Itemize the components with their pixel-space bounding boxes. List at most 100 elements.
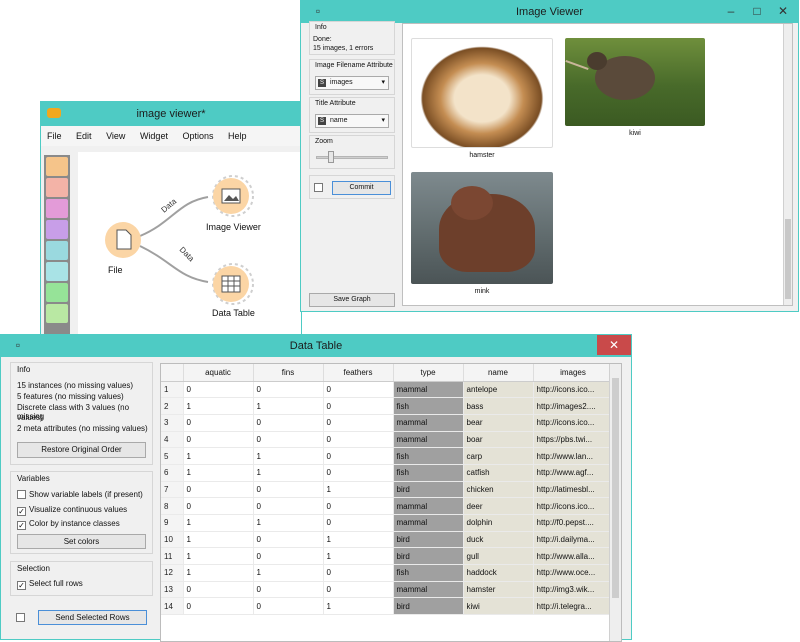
visualize-continuous-checkbox[interactable] xyxy=(17,507,26,516)
column-header[interactable]: images xyxy=(533,364,614,382)
image-tile-mink[interactable]: mink xyxy=(411,172,553,295)
column-header[interactable]: fins xyxy=(253,364,324,382)
table-cell[interactable]: dolphin xyxy=(463,514,534,532)
table-cell[interactable]: 1 xyxy=(253,564,324,582)
network-tool-icon[interactable] xyxy=(46,283,68,302)
row-number-cell[interactable]: 6 xyxy=(161,464,184,482)
table-cell[interactable]: mammal xyxy=(393,414,464,432)
table-row[interactable]: 10 1 0 1 bird duck http://i.dailyma... xyxy=(161,531,614,549)
table-row[interactable]: 7 0 0 1 bird chicken http://latimesbl... xyxy=(161,481,614,499)
table-row[interactable]: 8 0 0 0 mammal deer http://icons.ico... xyxy=(161,497,614,515)
table-cell[interactable]: bird xyxy=(393,597,464,616)
table-cell[interactable]: chicken xyxy=(463,481,534,499)
row-number-cell[interactable]: 9 xyxy=(161,514,184,532)
table-row[interactable]: 11 1 0 1 bird gull http://www.alla... xyxy=(161,547,614,566)
table-cell[interactable]: 0 xyxy=(253,597,324,616)
table-cell[interactable]: bass xyxy=(463,397,534,415)
row-number-cell[interactable]: 4 xyxy=(161,431,184,449)
table-cell[interactable]: 0 xyxy=(323,581,394,599)
corner-cell[interactable] xyxy=(161,364,184,382)
table-cell[interactable]: 0 xyxy=(253,431,324,449)
table-cell[interactable]: haddock xyxy=(463,564,534,582)
row-number-cell[interactable]: 3 xyxy=(161,414,184,432)
row-number-cell[interactable]: 8 xyxy=(161,497,184,515)
table-cell[interactable]: mammal xyxy=(393,497,464,515)
table-cell[interactable]: fish xyxy=(393,397,464,415)
show-labels-checkbox[interactable] xyxy=(17,490,26,499)
table-cell[interactable]: 0 xyxy=(253,481,324,499)
table-cell[interactable]: 0 xyxy=(183,431,254,449)
option-show-labels[interactable]: Show variable labels (if present) xyxy=(17,490,143,499)
row-number-cell[interactable]: 11 xyxy=(161,547,184,566)
table-cell[interactable]: 0 xyxy=(323,447,394,465)
table-cell[interactable]: 1 xyxy=(323,531,394,549)
table-row[interactable]: 12 1 1 0 fish haddock http://www.oce... xyxy=(161,564,614,582)
set-colors-button[interactable]: Set colors xyxy=(17,534,146,549)
table-cell[interactable]: carp xyxy=(463,447,534,465)
table-cell[interactable]: antelope xyxy=(463,381,534,399)
table-cell[interactable]: 0 xyxy=(323,497,394,515)
table-cell[interactable]: bird xyxy=(393,547,464,566)
table-cell[interactable]: 0 xyxy=(323,564,394,582)
image-grid-scrollbar[interactable] xyxy=(783,24,792,305)
zoom-slider-handle[interactable] xyxy=(327,151,334,163)
table-cell[interactable]: 0 xyxy=(183,581,254,599)
table-row[interactable]: 13 0 0 0 mammal hamster http://img3.wik... xyxy=(161,581,614,599)
menu-help[interactable]: Help xyxy=(222,126,253,146)
table-scrollbar[interactable] xyxy=(609,364,621,641)
table-cell[interactable]: 1 xyxy=(183,564,254,582)
points-tool-icon[interactable] xyxy=(46,220,68,239)
table-cell[interactable]: mammal xyxy=(393,581,464,599)
table-cell[interactable]: 1 xyxy=(253,397,324,415)
table-cell[interactable]: http://f0.pepst.... xyxy=(533,514,614,532)
table-cell[interactable]: 1 xyxy=(183,514,254,532)
table-scroll-thumb[interactable] xyxy=(612,378,619,598)
table-cell[interactable]: bird xyxy=(393,531,464,549)
table-cell[interactable]: fish xyxy=(393,564,464,582)
table-cell[interactable]: 1 xyxy=(323,597,394,616)
maximize-icon[interactable]: □ xyxy=(744,1,770,21)
table-row[interactable]: 14 0 0 1 bird kiwi http://i.telegra... xyxy=(161,597,614,616)
table-cell[interactable]: 0 xyxy=(183,381,254,399)
table-cell[interactable]: http://www.lan... xyxy=(533,447,614,465)
row-number-cell[interactable]: 2 xyxy=(161,397,184,415)
menu-view[interactable]: View xyxy=(100,126,131,146)
table-cell[interactable]: kiwi xyxy=(463,597,534,616)
option-select-full-rows[interactable]: Select full rows xyxy=(17,579,83,590)
grid-tool-icon[interactable] xyxy=(46,241,68,260)
title-attr-select[interactable]: S name ▾ xyxy=(315,114,389,128)
row-number-cell[interactable]: 7 xyxy=(161,481,184,499)
menu-file[interactable]: File xyxy=(41,126,68,146)
column-header[interactable]: aquatic xyxy=(183,364,254,382)
table-cell[interactable]: mammal xyxy=(393,514,464,532)
table-cell[interactable]: 0 xyxy=(183,481,254,499)
table-cell[interactable]: fish xyxy=(393,464,464,482)
table-cell[interactable]: 1 xyxy=(183,547,254,566)
column-header[interactable]: type xyxy=(393,364,464,382)
table-cell[interactable]: bear xyxy=(463,414,534,432)
table-row[interactable]: 9 1 1 0 mammal dolphin http://f0.pepst.... xyxy=(161,514,614,532)
restore-order-button[interactable]: Restore Original Order xyxy=(17,442,146,458)
row-number-cell[interactable]: 12 xyxy=(161,564,184,582)
table-cell[interactable]: http://images2.... xyxy=(533,397,614,415)
menu-edit[interactable]: Edit xyxy=(70,126,98,146)
table-cell[interactable]: mammal xyxy=(393,381,464,399)
option-visualize-continuous[interactable]: Visualize continuous values xyxy=(17,505,127,516)
row-number-cell[interactable]: 13 xyxy=(161,581,184,599)
close-icon[interactable]: ✕ xyxy=(597,335,631,355)
table-cell[interactable]: 0 xyxy=(323,514,394,532)
table-cell[interactable]: http://www.oce... xyxy=(533,564,614,582)
table-cell[interactable]: 0 xyxy=(253,581,324,599)
minimize-icon[interactable]: – xyxy=(718,1,744,21)
table-cell[interactable]: duck xyxy=(463,531,534,549)
plus-tool-icon[interactable] xyxy=(46,304,68,323)
table-cell[interactable]: http://www.alla... xyxy=(533,547,614,566)
table-cell[interactable]: 1 xyxy=(253,464,324,482)
table-cell[interactable]: http://i.telegra... xyxy=(533,597,614,616)
table-cell[interactable]: 1 xyxy=(323,547,394,566)
table-cell[interactable]: 0 xyxy=(323,381,394,399)
table-row[interactable]: 2 1 1 0 fish bass http://images2.... xyxy=(161,397,614,415)
table-row[interactable]: 4 0 0 0 mammal boar https://pbs.twi... xyxy=(161,431,614,449)
menu-widget[interactable]: Widget xyxy=(134,126,174,146)
table-cell[interactable]: http://icons.ico... xyxy=(533,497,614,515)
